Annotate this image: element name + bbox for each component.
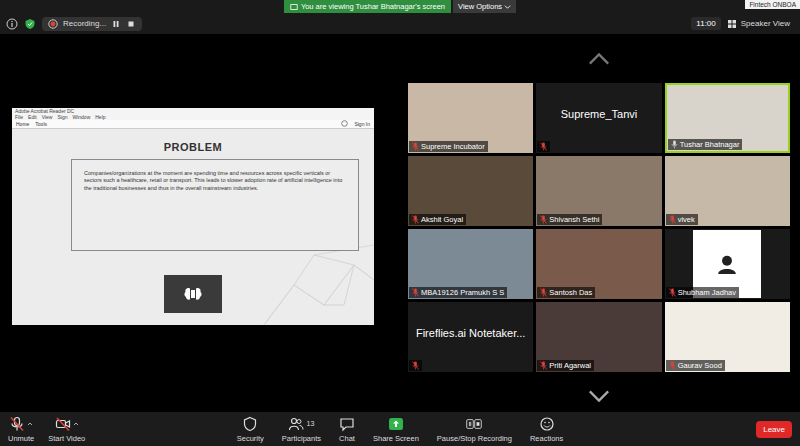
mic-icon [671,140,678,149]
toolbar-button[interactable]: Start Video [48,416,85,443]
name-label [537,141,550,152]
brain-icon [164,275,222,313]
sign-in-button[interactable]: Sign In [354,120,370,128]
help-icon[interactable] [341,120,348,127]
participant-name: Fireflies.ai Notetaker... [410,327,531,347]
toolbar-button[interactable]: Reactions [530,416,563,443]
meeting-title: Fintech ONBOA [745,0,800,9]
stop-icon[interactable] [126,19,136,29]
toolbar-button[interactable]: 13 Participants [282,416,321,443]
participant-grid: Supreme Incubator Supreme_Tanvi Tushar Bh… [408,83,790,372]
name-label: Shivansh Sethi [537,214,602,225]
name-label: Tushar Bhatnagar [668,139,743,150]
shield-icon [242,416,258,432]
participant-tile[interactable]: Supreme_Tanvi [536,83,661,153]
muted-mic-icon [669,361,676,370]
screen-icon [290,3,298,11]
name-label: Shubham Jadhav [666,287,739,298]
participant-tile[interactable]: Gaurav Sood [665,302,790,372]
muted-mic-icon [669,215,676,224]
participant-name: Supreme_Tanvi [555,108,643,128]
chevron-down-icon [504,3,511,10]
muted-mic-icon [540,142,547,151]
page-up-icon[interactable] [588,49,610,69]
muted-mic-icon [669,288,676,297]
toolbar-button[interactable]: Unmute [8,416,34,443]
participant-tile[interactable]: Shubham Jadhav [665,229,790,299]
participant-tile[interactable]: Supreme Incubator [408,83,533,153]
participant-tile[interactable]: Akshit Goyal [408,156,533,226]
video-off-icon [55,416,71,432]
name-label: Gaurav Sood [666,360,725,371]
participant-tile[interactable]: Shivansh Sethi [536,156,661,226]
recording-indicator: Recording... [42,17,142,31]
participant-count: 13 [306,420,314,427]
muted-mic-icon [412,142,419,151]
meeting-area: Adobe Acrobat Reader DC FileEditViewSign… [0,34,800,412]
shield-icon[interactable] [24,18,36,30]
meeting-toolbar: Unmute Start Video Security 13 Participa… [0,412,800,446]
muted-mic-icon [412,215,419,224]
participant-tile[interactable]: Fireflies.ai Notetaker... [408,302,533,372]
pause-icon[interactable] [111,19,121,29]
caret-up-icon[interactable] [27,421,33,427]
leave-button[interactable]: Leave [756,421,792,438]
chat-icon [339,416,355,432]
info-icon[interactable] [6,18,18,30]
meeting-timer: 11:00 [691,17,720,30]
participant-tile[interactable]: Santosh Das [536,229,661,299]
name-label: Priti Agarwal [537,360,594,371]
page-down-icon[interactable] [588,386,610,406]
name-label: vivek [666,214,698,225]
share-screen-icon [388,416,404,432]
muted-mic-icon [540,215,547,224]
name-label: Akshit Goyal [409,214,466,225]
toolbar-button[interactable]: Pause/Stop Recording [437,416,512,443]
muted-mic-icon [412,361,419,370]
slide-page: PROBLEM Companies/organizations at the m… [12,129,374,325]
toolbar-button[interactable]: Chat [339,416,355,443]
participant-tile[interactable]: Tushar Bhatnagar [665,83,790,153]
tab[interactable]: Home [16,120,29,128]
grid-icon [727,19,737,29]
record-icon [48,19,58,29]
slide-title: PROBLEM [164,141,223,153]
muted-mic-icon [540,288,547,297]
toolbar-button[interactable]: Security [237,416,264,443]
speaker-view-button[interactable]: Speaker View [727,19,790,29]
toolbar-button[interactable]: Share Screen [373,416,419,443]
top-bar: You are viewing Tushar Bhatnagar's scree… [0,0,800,34]
muted-mic-icon [9,416,25,432]
participant-tile[interactable]: MBA19126 Pramukh S S [408,229,533,299]
zoom-window: You are viewing Tushar Bhatnagar's scree… [0,0,800,446]
muted-mic-icon [540,361,547,370]
name-label: Supreme Incubator [409,141,488,152]
participant-tile[interactable]: Priti Agarwal [536,302,661,372]
caret-up-icon[interactable] [73,421,79,427]
muted-mic-icon [412,288,419,297]
viewing-banner: You are viewing Tushar Bhatnagar's scree… [284,0,451,13]
shared-screen: Adobe Acrobat Reader DC FileEditViewSign… [12,108,374,325]
name-label [409,360,422,371]
tab-bar: Home Tools Sign In [12,120,374,129]
smiley-icon [539,416,555,432]
slide-text-box: Companies/organizations at the moment ar… [71,159,359,251]
tab[interactable]: Tools [35,120,47,128]
participant-tile[interactable]: vivek [665,156,790,226]
people-icon [288,416,304,432]
view-options-button[interactable]: View Options [453,0,516,13]
name-label: MBA19126 Pramukh S S [409,287,507,298]
name-label: Santosh Das [537,287,595,298]
pause-stop-icon [466,416,482,432]
